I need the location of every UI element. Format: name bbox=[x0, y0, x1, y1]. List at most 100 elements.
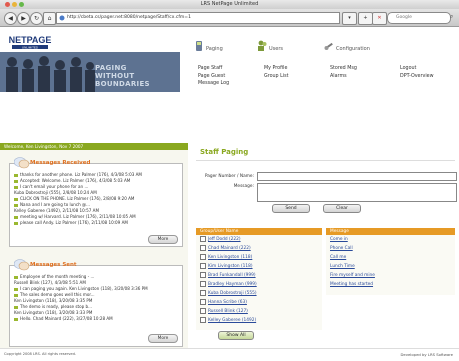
address-url: http://cbeta.cs/pager.net:8080/netpage/S… bbox=[67, 15, 191, 20]
message-icon bbox=[14, 215, 18, 219]
page-footer: Copyright 2008 LRS. All rights reserved.… bbox=[0, 348, 459, 361]
pager-icon[interactable] bbox=[194, 40, 204, 52]
divider bbox=[196, 160, 455, 161]
menu-users: My Profile Group List bbox=[264, 65, 289, 80]
checkbox[interactable] bbox=[200, 253, 206, 260]
canned-message-list: Come in Phone Call Call me Lunch Time Fi… bbox=[326, 235, 455, 295]
menu-dpt-overview[interactable]: DPT-Overview bbox=[400, 73, 434, 81]
menu-message-log[interactable]: Message Log bbox=[198, 80, 229, 88]
group-row[interactable]: Russell Blink (127) bbox=[200, 307, 248, 316]
menu-my-profile[interactable]: My Profile bbox=[264, 65, 289, 73]
canned-message[interactable]: Lunch Time bbox=[330, 262, 355, 271]
group-row[interactable]: Kelley Gaberee (1492) bbox=[200, 316, 256, 325]
menu-logout[interactable]: Logout bbox=[400, 65, 434, 73]
speech-bubble-icon bbox=[14, 157, 30, 169]
message-icon bbox=[14, 197, 18, 201]
bookmark-icon[interactable]: + bbox=[358, 12, 373, 25]
clear-button[interactable]: Clear bbox=[323, 204, 361, 213]
sent-list: Employee of the month meeting - ... Russ… bbox=[14, 274, 148, 322]
sent-item[interactable]: Hello. Chad Mainard (222), 3/27/08 10:28… bbox=[14, 316, 148, 322]
forward-icon[interactable]: ▶ bbox=[17, 12, 30, 25]
checkbox[interactable] bbox=[200, 289, 206, 296]
browser-toolbar: ◀ ▶ ↻ ⌂ http://cbeta.cs/pager.net:8080/n… bbox=[0, 9, 459, 27]
group-row[interactable]: Hanna Scribe (63) bbox=[200, 298, 247, 307]
search-icon[interactable]: ⌕ bbox=[450, 13, 453, 21]
menu-stored-msg[interactable]: Stored Msg bbox=[330, 65, 357, 73]
group-row[interactable]: Bradley Hayman (999) bbox=[200, 280, 257, 289]
welcome-bar: Welcome, Ken Livingston, Nov 7 2007 bbox=[0, 143, 188, 150]
banner-text: PAGING WITHOUT BOUNDARIES bbox=[95, 64, 180, 88]
group-user-header: Group/User Name bbox=[196, 228, 322, 235]
messages-received-title: Messages Received bbox=[30, 160, 91, 166]
netpage-logo: NETPAGE UNLIMITED bbox=[8, 33, 52, 51]
address-bar[interactable]: http://cbeta.cs/pager.net:8080/netpage/S… bbox=[56, 12, 340, 24]
checkbox[interactable] bbox=[200, 298, 206, 305]
message-icon bbox=[14, 275, 18, 279]
messages-received-panel: Messages Received thanks for another pho… bbox=[9, 157, 183, 247]
menu-session: Logout DPT-Overview bbox=[400, 65, 434, 80]
back-icon[interactable]: ◀ bbox=[4, 12, 17, 25]
window-title: LRS NetPage Unlimited bbox=[200, 1, 259, 7]
welcome-text: Welcome, Ken Livingston, Nov 7 2007 bbox=[4, 144, 84, 149]
nav-configuration[interactable]: Configuration bbox=[336, 46, 370, 52]
show-all-button[interactable]: Show All bbox=[218, 331, 254, 340]
header-banner: PAGING WITHOUT BOUNDARIES bbox=[0, 52, 180, 92]
group-row[interactable]: Brad Funkandall (999) bbox=[200, 271, 256, 280]
home-icon[interactable]: ⌂ bbox=[43, 12, 56, 25]
menu-page-staff[interactable]: Page Staff bbox=[198, 65, 229, 73]
rss-icon[interactable]: ▾ bbox=[342, 12, 357, 25]
menu-page-guest[interactable]: Page Guest bbox=[198, 73, 229, 81]
canned-message[interactable]: Fire myself and mine bbox=[330, 271, 375, 280]
menu-group-list[interactable]: Group List bbox=[264, 73, 289, 81]
header-gap bbox=[0, 92, 459, 143]
message-textarea[interactable] bbox=[257, 183, 457, 202]
message-icon bbox=[14, 305, 18, 309]
checkbox[interactable] bbox=[200, 316, 206, 323]
send-button[interactable]: Send bbox=[272, 204, 310, 213]
group-row[interactable]: Chad Mainard (222) bbox=[200, 244, 251, 253]
group-row[interactable]: Jeff Dodd (222) bbox=[200, 235, 241, 244]
logo-text: NETPAGE bbox=[9, 35, 52, 45]
menu-alarms[interactable]: Alarms bbox=[330, 73, 357, 81]
received-list: thanks for another phone. Liz Palmer (17… bbox=[14, 172, 142, 226]
checkbox[interactable] bbox=[200, 244, 206, 251]
copyright-text: Copyright 2008 LRS. All rights reserved. bbox=[4, 352, 77, 356]
message-icon bbox=[14, 293, 18, 297]
checkbox[interactable] bbox=[200, 271, 206, 278]
config-icon[interactable] bbox=[324, 40, 334, 52]
canned-message[interactable]: Call me bbox=[330, 253, 346, 262]
banner-line-2: WITHOUT BOUNDARIES bbox=[95, 72, 150, 88]
menu-paging: Page Staff Page Guest Message Log bbox=[198, 65, 229, 88]
group-row[interactable]: Ken Livingston (118) bbox=[200, 253, 252, 262]
checkbox[interactable] bbox=[200, 280, 206, 287]
nav-paging[interactable]: Paging bbox=[206, 46, 223, 52]
group-row[interactable]: Kuba Dobrostroji (555) bbox=[200, 289, 257, 298]
messages-sent-title: Messages Sent bbox=[30, 262, 77, 268]
pager-number-input[interactable] bbox=[257, 172, 457, 181]
received-item[interactable]: please call Andy. Liz Palmer (176), 2/11… bbox=[14, 220, 142, 226]
message-icon bbox=[14, 173, 18, 177]
nav-users[interactable]: Users bbox=[269, 46, 283, 52]
reload-icon[interactable]: ↻ bbox=[30, 12, 43, 25]
message-label: Message: bbox=[233, 184, 254, 189]
pager-number-label: Pager Number / Name: bbox=[204, 174, 254, 179]
site-icon bbox=[59, 15, 65, 21]
canned-message[interactable]: Come in bbox=[330, 235, 348, 244]
checkbox[interactable] bbox=[200, 307, 206, 314]
sent-more-button[interactable]: More bbox=[148, 334, 178, 343]
developed-by-text[interactable]: Developed by LRS Software bbox=[400, 352, 453, 357]
checkbox[interactable] bbox=[200, 235, 206, 242]
menu-config: Stored Msg Alarms bbox=[330, 65, 357, 80]
users-icon[interactable] bbox=[257, 40, 267, 52]
message-header: Message bbox=[326, 228, 455, 235]
speech-bubble-icon bbox=[14, 259, 30, 271]
checkbox[interactable] bbox=[200, 262, 206, 269]
message-icon bbox=[14, 317, 18, 321]
canned-message[interactable]: Meeting has started bbox=[330, 280, 373, 289]
group-row[interactable]: Kim Livingston (118) bbox=[200, 262, 253, 271]
block-icon[interactable]: ✕ bbox=[372, 12, 387, 25]
canned-message[interactable]: Phone Call bbox=[330, 244, 353, 253]
search-input[interactable]: Google bbox=[387, 12, 451, 24]
staff-paging-title: Staff Paging bbox=[200, 148, 249, 156]
received-more-button[interactable]: More bbox=[148, 235, 178, 244]
